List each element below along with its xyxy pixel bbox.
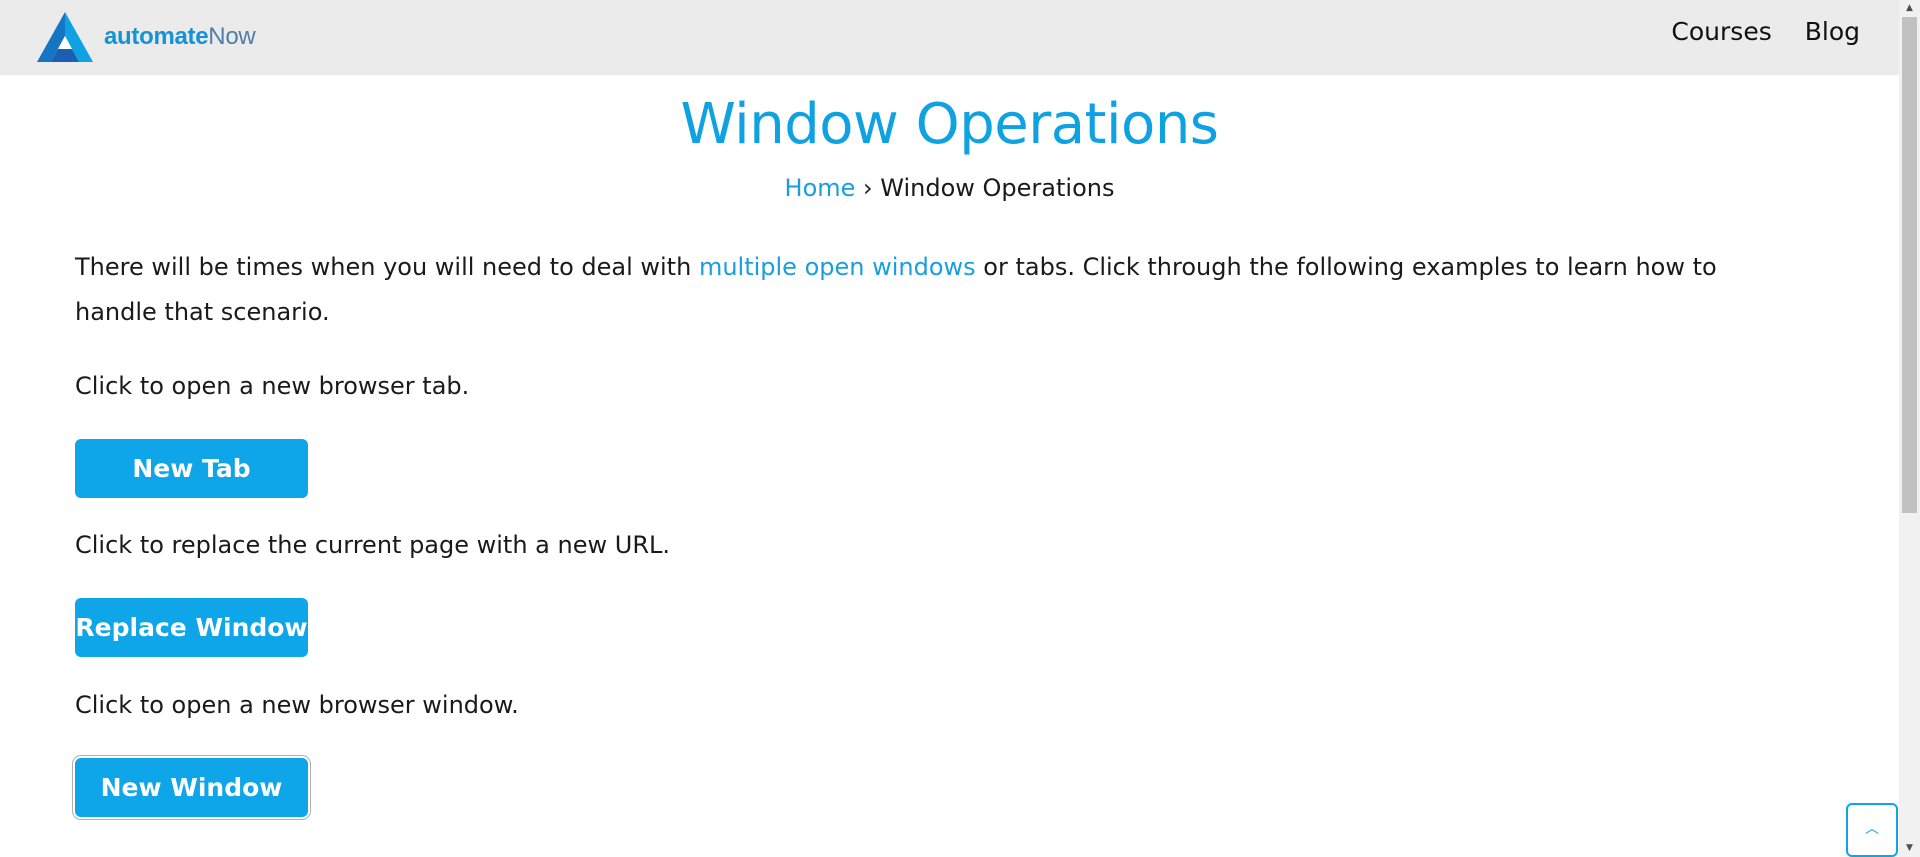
new-tab-prompt: Click to open a new browser tab. xyxy=(75,372,470,400)
nav-link-blog[interactable]: Blog xyxy=(1805,17,1860,46)
new-window-button[interactable]: New Window xyxy=(75,758,308,817)
site-header: automateNow Courses Blog xyxy=(0,0,1899,75)
back-to-top-button[interactable]: ︿ xyxy=(1846,803,1898,857)
scroll-up-arrow-icon[interactable]: ▲ xyxy=(1899,0,1920,17)
intro-block: There will be times when you will need t… xyxy=(75,245,1795,335)
replace-window-prompt: Click to replace the current page with a… xyxy=(75,531,670,559)
breadcrumb: Home › Window Operations xyxy=(0,174,1899,202)
vertical-scrollbar[interactable]: ▲ ▼ xyxy=(1899,0,1920,857)
replace-window-button[interactable]: Replace Window xyxy=(75,598,308,657)
page-title: Window Operations xyxy=(680,92,1219,157)
site-logo[interactable]: automateNow xyxy=(34,10,256,64)
automatenow-logo-icon xyxy=(37,12,93,62)
new-window-prompt: Click to open a new browser window. xyxy=(75,691,519,719)
page: automateNow Courses Blog ▲ ▼ Window Oper… xyxy=(0,0,1920,857)
intro-text-before: There will be times when you will need t… xyxy=(75,253,699,281)
main-nav: Courses Blog xyxy=(1671,17,1860,46)
logo-wordmark-bold: automate xyxy=(104,23,209,50)
breadcrumb-home-link[interactable]: Home xyxy=(785,174,856,202)
scroll-down-arrow-icon[interactable]: ▼ xyxy=(1899,840,1920,857)
breadcrumb-separator: › xyxy=(863,174,873,202)
logo-wordmark-light: Now xyxy=(208,23,256,50)
multiple-windows-link[interactable]: multiple open windows xyxy=(699,253,976,281)
intro-paragraph: There will be times when you will need t… xyxy=(75,245,1795,335)
new-tab-button[interactable]: New Tab xyxy=(75,439,308,498)
breadcrumb-current: Window Operations xyxy=(880,174,1115,202)
scrollbar-thumb[interactable] xyxy=(1902,17,1917,513)
chevron-up-icon: ︿ xyxy=(1865,821,1879,837)
logo-wordmark: automateNow xyxy=(104,23,256,51)
nav-link-courses[interactable]: Courses xyxy=(1671,17,1771,46)
